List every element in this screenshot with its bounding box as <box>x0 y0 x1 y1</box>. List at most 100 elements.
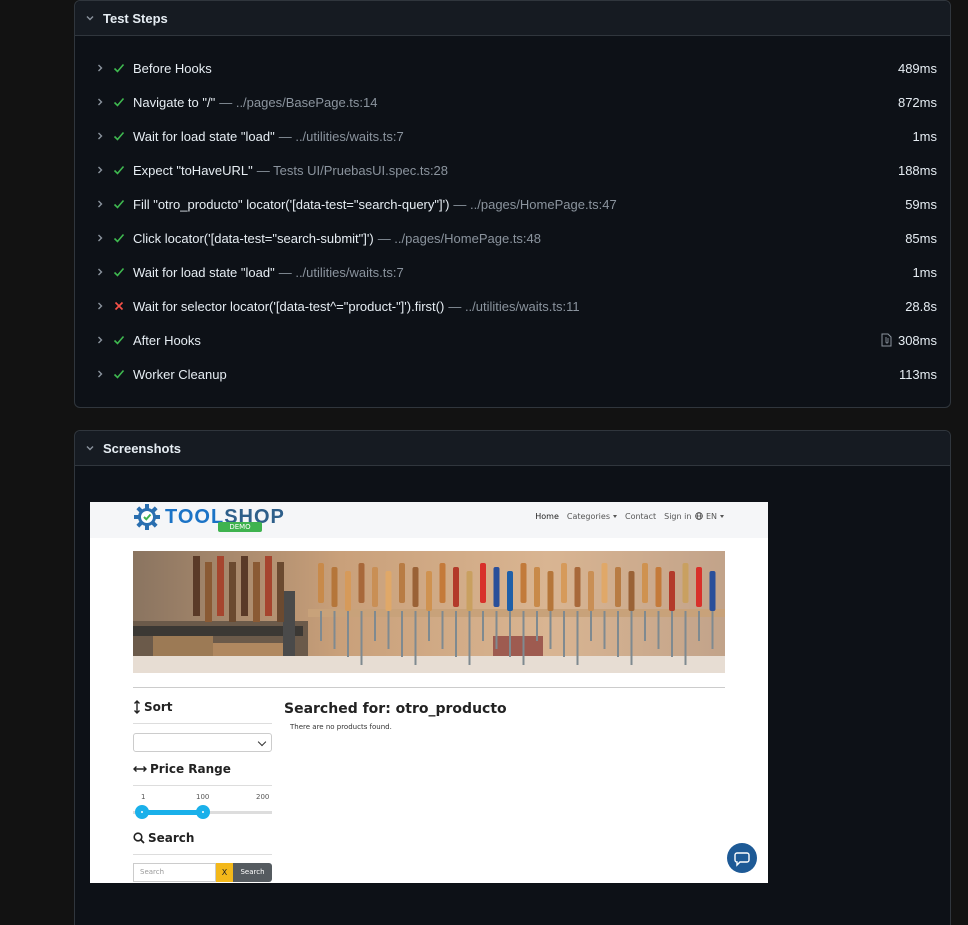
chevron-right-icon[interactable] <box>95 63 105 73</box>
toolshop-logo[interactable]: TOOLSHOP DEMO <box>133 503 285 532</box>
chevron-right-icon[interactable] <box>95 267 105 277</box>
step-title: Expect "toHaveURL" <box>133 162 253 178</box>
tool-blade <box>563 611 565 657</box>
chevron-right-icon[interactable] <box>95 233 105 243</box>
search-clear-button[interactable]: X <box>216 863 233 882</box>
tool-blade <box>549 611 552 649</box>
step-title: Fill "otro_producto" locator('[data-test… <box>133 196 450 212</box>
check-icon <box>113 233 125 243</box>
test-step-row[interactable]: Wait for load state "load" — ../utilities… <box>75 255 950 289</box>
test-step-row[interactable]: Before Hooks 489ms <box>75 51 950 85</box>
search-heading-label: Search <box>148 831 195 845</box>
test-step-row[interactable]: Worker Cleanup 113ms <box>75 357 950 391</box>
chat-bubble-icon <box>734 852 750 867</box>
chevron-right-icon[interactable] <box>95 199 105 209</box>
test-step-row[interactable]: Wait for selector locator('[data-test^="… <box>75 289 950 323</box>
tool-handle <box>265 556 272 616</box>
test-steps-panel: Test Steps Before Hooks 489ms Navigate to … <box>74 0 951 408</box>
step-location: — ../pages/HomePage.ts:47 <box>453 196 617 212</box>
search-submit-button[interactable]: Search <box>233 863 272 882</box>
test-step-row[interactable]: Fill "otro_producto" locator('[data-test… <box>75 187 950 221</box>
screenshot-image[interactable]: TOOLSHOP DEMO Home Categories Contact Si… <box>90 502 768 883</box>
step-location: — ../utilities/waits.ts:11 <box>448 298 580 314</box>
chevron-down-icon <box>86 446 94 451</box>
tool-blade <box>414 611 417 665</box>
test-step-row[interactable]: After Hooks 308ms <box>75 323 950 357</box>
tool-handle <box>439 563 446 603</box>
nav-contact[interactable]: Contact <box>625 512 656 521</box>
chevron-right-icon[interactable] <box>95 165 105 175</box>
nav-categories[interactable]: Categories <box>567 512 617 521</box>
horizontal-arrows-icon <box>133 766 147 772</box>
tool-blade <box>482 611 484 641</box>
tool-blade <box>576 611 579 665</box>
step-location: — ../pages/HomePage.ts:48 <box>377 230 541 246</box>
tool-handle <box>229 562 236 622</box>
tool-blade <box>401 611 403 657</box>
chevron-right-icon[interactable] <box>95 301 105 311</box>
check-icon <box>113 165 125 175</box>
test-step-row[interactable]: Expect "toHaveURL" — Tests UI/PruebasUI.s… <box>75 153 950 187</box>
search-heading: Search <box>133 831 194 845</box>
sort-arrows-icon <box>134 700 140 714</box>
sort-heading-label: Sort <box>144 700 173 714</box>
tool-blade <box>455 611 457 657</box>
tool-handle <box>507 571 513 611</box>
nav-home[interactable]: Home <box>535 512 559 521</box>
sort-select[interactable] <box>133 733 272 752</box>
check-icon <box>113 131 125 141</box>
screenshots-title: Screenshots <box>103 440 182 456</box>
screenshots-panel: Screenshots TOOLSHOP DEMO Home Categorie… <box>74 430 951 925</box>
tool-handle <box>561 563 567 603</box>
sort-divider <box>133 723 272 724</box>
tool-handle <box>277 562 284 622</box>
tool-handle <box>412 567 419 607</box>
tool-handle <box>385 571 392 611</box>
test-step-row[interactable]: Wait for load state "load" — ../utilities… <box>75 119 950 153</box>
chevron-right-icon[interactable] <box>95 335 105 345</box>
tool-handle <box>682 563 689 603</box>
step-location: — Tests UI/PruebasUI.spec.ts:28 <box>256 162 449 178</box>
price-slider-min-handle[interactable] <box>135 805 149 819</box>
nav-sign-in[interactable]: Sign in <box>664 512 691 521</box>
search-icon <box>133 832 145 844</box>
chevron-right-icon[interactable] <box>95 97 105 107</box>
step-duration: 1ms <box>912 264 937 280</box>
tool-handle <box>453 567 459 607</box>
tool-handle <box>615 567 621 607</box>
price-range-heading-label: Price Range <box>150 762 231 776</box>
steps-list: Before Hooks 489ms Navigate to "/" — ../pag… <box>75 36 950 391</box>
check-icon <box>113 369 125 379</box>
chevron-right-icon[interactable] <box>95 369 105 379</box>
tool-blade <box>495 611 498 649</box>
step-title: Wait for load state "load" <box>133 264 275 280</box>
step-duration: 872ms <box>897 94 937 110</box>
step-duration: 59ms <box>905 196 937 212</box>
nav-language-label: EN <box>705 512 717 521</box>
check-icon <box>113 267 125 277</box>
price-divider <box>133 785 272 786</box>
tool-handle <box>253 562 260 622</box>
chevron-right-icon[interactable] <box>95 131 105 141</box>
chat-button[interactable] <box>727 843 757 873</box>
check-icon <box>113 63 125 73</box>
nav-categories-label: Categories <box>566 512 610 521</box>
price-slider-max-handle[interactable] <box>196 805 210 819</box>
search-input[interactable]: Search <box>133 863 216 882</box>
step-location: — ../utilities/waits.ts:7 <box>278 128 404 144</box>
tool-handle <box>193 556 200 616</box>
screenshots-header[interactable]: Screenshots <box>75 431 950 466</box>
nav-language[interactable]: EN <box>695 512 724 521</box>
attachment-icon[interactable] <box>880 333 892 347</box>
test-step-row[interactable]: Navigate to "/" — ../pages/BasePage.ts:14… <box>75 85 950 119</box>
test-steps-header[interactable]: Test Steps <box>75 1 950 36</box>
tool-blade <box>468 611 471 665</box>
tool-blade <box>441 611 444 649</box>
tool-handle <box>480 563 486 603</box>
test-step-row[interactable]: Click locator('[data-test="search-submit… <box>75 221 950 255</box>
tool-blade <box>522 611 525 665</box>
price-min-label: 1 <box>141 793 146 801</box>
chevron-down-icon <box>257 737 267 747</box>
step-title: Before Hooks <box>133 60 212 76</box>
tool-handle <box>318 563 324 603</box>
